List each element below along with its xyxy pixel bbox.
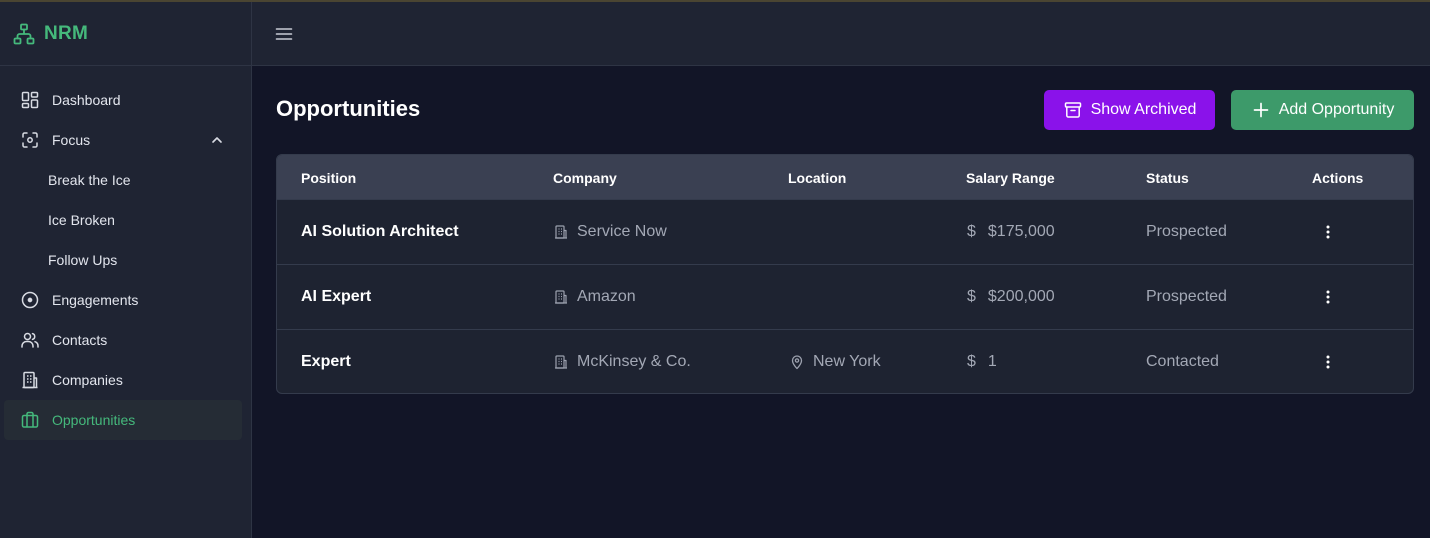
- map-pin-icon: [789, 354, 805, 370]
- sidebar: NRM Dashboard Focus Break the Ice Ice Br…: [0, 2, 252, 538]
- location-cell: New York: [789, 353, 881, 371]
- table-header: Position Company Location Salary Range S…: [277, 155, 1413, 199]
- sidebar-item-label: Break the Ice: [48, 172, 131, 188]
- column-header-status[interactable]: Status: [1146, 170, 1189, 186]
- dollar-icon: $: [967, 353, 976, 370]
- status-cell: Prospected: [1146, 223, 1227, 240]
- company-cell: Service Now: [553, 223, 667, 241]
- company-cell: McKinsey & Co.: [553, 353, 691, 371]
- sidebar-item-label: Contacts: [52, 332, 108, 348]
- sidebar-item-opportunities[interactable]: Opportunities: [4, 400, 242, 440]
- more-vertical-icon[interactable]: [1320, 353, 1336, 371]
- more-vertical-icon[interactable]: [1320, 223, 1336, 241]
- column-header-company[interactable]: Company: [553, 170, 617, 186]
- sidebar-item-dashboard[interactable]: Dashboard: [4, 80, 242, 120]
- dashboard-grid-icon: [20, 90, 40, 110]
- brand[interactable]: NRM: [0, 2, 251, 66]
- sidebar-item-break-the-ice[interactable]: Break the Ice: [4, 160, 242, 200]
- building-icon: [553, 354, 569, 370]
- brand-name: NRM: [44, 22, 89, 44]
- add-opportunity-button[interactable]: Add Opportunity: [1231, 90, 1414, 130]
- salary-cell: $ $200,000: [967, 288, 1055, 306]
- column-header-position[interactable]: Position: [301, 170, 356, 186]
- table-row[interactable]: AI Expert Amazon $ $200,000 Prospected: [277, 264, 1413, 329]
- sidebar-item-label: Dashboard: [52, 92, 121, 108]
- salary-value: $200,000: [987, 288, 1055, 305]
- target-circle-icon: [20, 290, 40, 310]
- column-header-actions: Actions: [1312, 170, 1364, 186]
- sidebar-item-follow-ups[interactable]: Follow Ups: [4, 240, 242, 280]
- archive-box-icon: [1063, 100, 1091, 120]
- salary-value: 1: [987, 353, 997, 370]
- top-bar: [252, 2, 1430, 66]
- sidebar-item-companies[interactable]: Companies: [4, 360, 242, 400]
- more-vertical-icon[interactable]: [1320, 288, 1336, 306]
- sidebar-item-focus[interactable]: Focus: [4, 120, 242, 160]
- salary-value: $175,000: [987, 223, 1055, 240]
- page-title: Opportunities: [276, 96, 421, 121]
- location-name: New York: [813, 353, 881, 370]
- table-row[interactable]: AI Solution Architect Service Now $ $175…: [277, 199, 1413, 264]
- sidebar-item-ice-broken[interactable]: Ice Broken: [4, 200, 242, 240]
- sidebar-item-label: Engagements: [52, 292, 139, 308]
- sidebar-item-label: Ice Broken: [48, 212, 115, 228]
- show-archived-button[interactable]: Show Archived: [1044, 90, 1215, 130]
- plus-icon: [1251, 100, 1279, 120]
- building-icon: [20, 370, 40, 390]
- add-opportunity-label: Add Opportunity: [1278, 101, 1395, 118]
- status-cell: Prospected: [1146, 288, 1227, 305]
- column-header-location[interactable]: Location: [788, 170, 846, 186]
- building-icon: [553, 289, 569, 305]
- building-icon: [553, 224, 569, 240]
- briefcase-icon: [20, 410, 40, 430]
- status-cell: Contacted: [1146, 353, 1219, 370]
- company-name: Service Now: [577, 223, 667, 240]
- chevron-up-icon[interactable]: [210, 133, 224, 147]
- column-header-salary-range[interactable]: Salary Range: [966, 170, 1055, 186]
- position-cell: AI Solution Architect: [301, 223, 459, 240]
- sitemap-icon: [12, 22, 44, 46]
- users-icon: [20, 330, 40, 350]
- table-row[interactable]: Expert McKinsey & Co. New York $ 1 Conta…: [277, 329, 1413, 393]
- salary-cell: $ 1: [967, 353, 997, 371]
- company-name: Amazon: [577, 288, 636, 305]
- company-cell: Amazon: [553, 288, 636, 306]
- sidebar-item-label: Follow Ups: [48, 252, 118, 268]
- sidebar-item-contacts[interactable]: Contacts: [4, 320, 242, 360]
- opportunities-table: Position Company Location Salary Range S…: [276, 154, 1414, 394]
- position-cell: Expert: [301, 353, 351, 370]
- focus-icon: [20, 130, 40, 150]
- sidebar-item-label: Focus: [52, 132, 91, 148]
- company-name: McKinsey & Co.: [577, 353, 691, 370]
- show-archived-label: Show Archived: [1090, 101, 1197, 118]
- sidebar-item-label: Opportunities: [52, 412, 136, 428]
- sidebar-nav: Dashboard Focus Break the Ice Ice Broken: [0, 66, 251, 440]
- sidebar-item-engagements[interactable]: Engagements: [4, 280, 242, 320]
- sidebar-item-label: Companies: [52, 372, 123, 388]
- salary-cell: $ $175,000: [967, 223, 1055, 241]
- hamburger-menu-icon[interactable]: [274, 24, 294, 44]
- position-cell: AI Expert: [301, 288, 372, 305]
- dollar-icon: $: [967, 223, 976, 240]
- dollar-icon: $: [967, 288, 976, 305]
